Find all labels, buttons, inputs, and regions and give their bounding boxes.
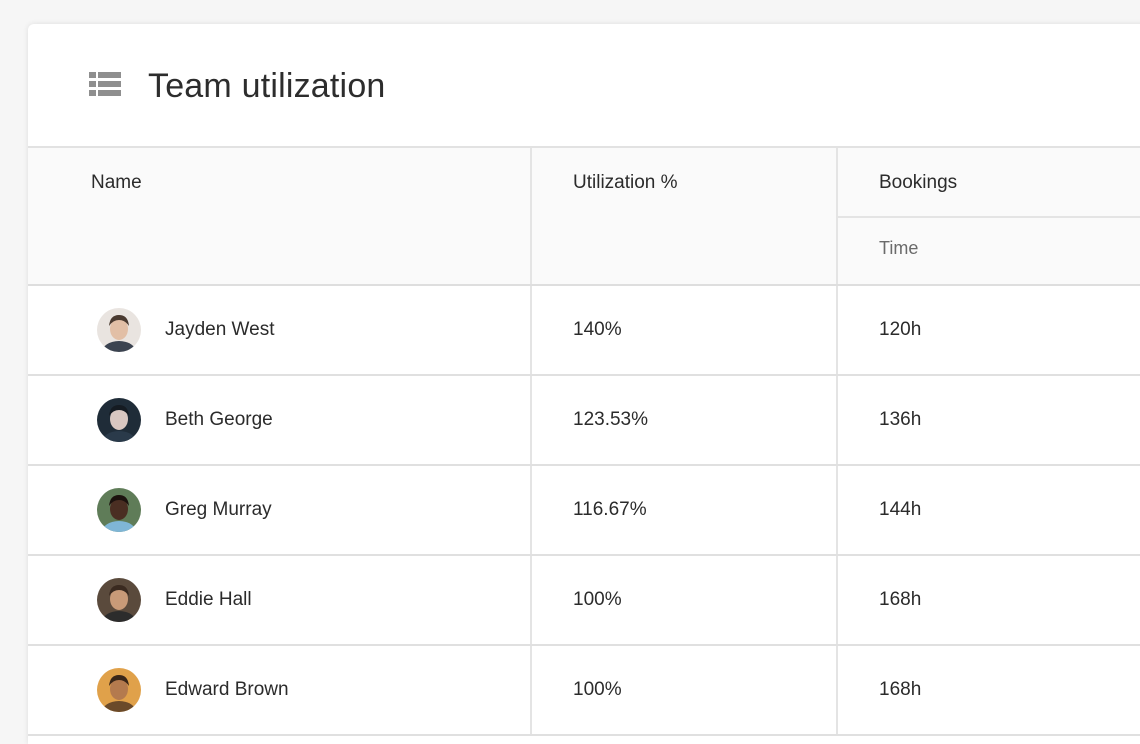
cell-time: 144h — [837, 465, 1140, 556]
table-row[interactable]: Beth George 123.53% 136h — [28, 375, 1140, 466]
avatar — [97, 398, 141, 442]
cell-utilization: 100% — [531, 645, 838, 736]
column-header-time-label: Time — [879, 238, 919, 258]
cell-name: Beth George — [28, 375, 532, 466]
column-header-name-label: Name — [91, 172, 142, 193]
utilization-value: 123.53% — [573, 409, 649, 430]
member-name: Edward Brown — [165, 679, 289, 700]
card-title: Team utilization — [148, 67, 386, 105]
cell-time: 120h — [837, 285, 1140, 376]
utilization-value: 100% — [573, 589, 622, 610]
utilization-value: 100% — [573, 679, 622, 700]
cell-name: Jayden West — [28, 285, 532, 376]
cell-utilization: 123.53% — [531, 375, 838, 466]
time-value: 120h — [879, 319, 922, 340]
column-group-bookings: Bookings — [837, 148, 1140, 218]
utilization-value: 116.67% — [573, 499, 647, 520]
team-utilization-card: Team utilization Name Utilization % Book… — [28, 24, 1140, 744]
column-header-utilization-label: Utilization % — [573, 172, 678, 193]
member-name: Jayden West — [165, 319, 275, 340]
cell-name: Edward Brown — [28, 645, 532, 736]
cell-time: 168h — [837, 555, 1140, 646]
table-row[interactable]: Eddie Hall 100% 168h — [28, 555, 1140, 646]
cell-name: Greg Murray — [28, 465, 532, 556]
member-name: Beth George — [165, 409, 273, 430]
time-value: 168h — [879, 679, 922, 700]
cell-utilization: 140% — [531, 285, 838, 376]
utilization-value: 140% — [573, 319, 622, 340]
avatar — [97, 668, 141, 712]
member-name: Greg Murray — [165, 499, 272, 520]
column-group-bookings-label: Bookings — [879, 172, 958, 193]
cell-utilization: 100% — [531, 555, 838, 646]
cell-time: 168h — [837, 645, 1140, 736]
avatar — [97, 488, 141, 532]
cell-name: Eddie Hall — [28, 555, 532, 646]
avatar — [97, 578, 141, 622]
cell-utilization: 116.67% — [531, 465, 838, 556]
column-header-time[interactable]: Time — [837, 217, 1140, 286]
table-row[interactable]: Jayden West 140% 120h — [28, 285, 1140, 376]
column-header-name[interactable]: Name — [28, 148, 532, 286]
card-header: Team utilization — [28, 24, 1140, 148]
table-row[interactable]: Edward Brown 100% 168h — [28, 645, 1140, 736]
utilization-table: Name Utilization % Bookings Time Jayden … — [28, 148, 1140, 736]
table-list-icon — [89, 72, 121, 96]
table-row[interactable]: Greg Murray 116.67% 144h — [28, 465, 1140, 556]
time-value: 144h — [879, 499, 922, 520]
time-value: 136h — [879, 409, 922, 430]
time-value: 168h — [879, 589, 922, 610]
column-header-utilization[interactable]: Utilization % — [531, 148, 838, 286]
avatar — [97, 308, 141, 352]
member-name: Eddie Hall — [165, 589, 252, 610]
cell-time: 136h — [837, 375, 1140, 466]
